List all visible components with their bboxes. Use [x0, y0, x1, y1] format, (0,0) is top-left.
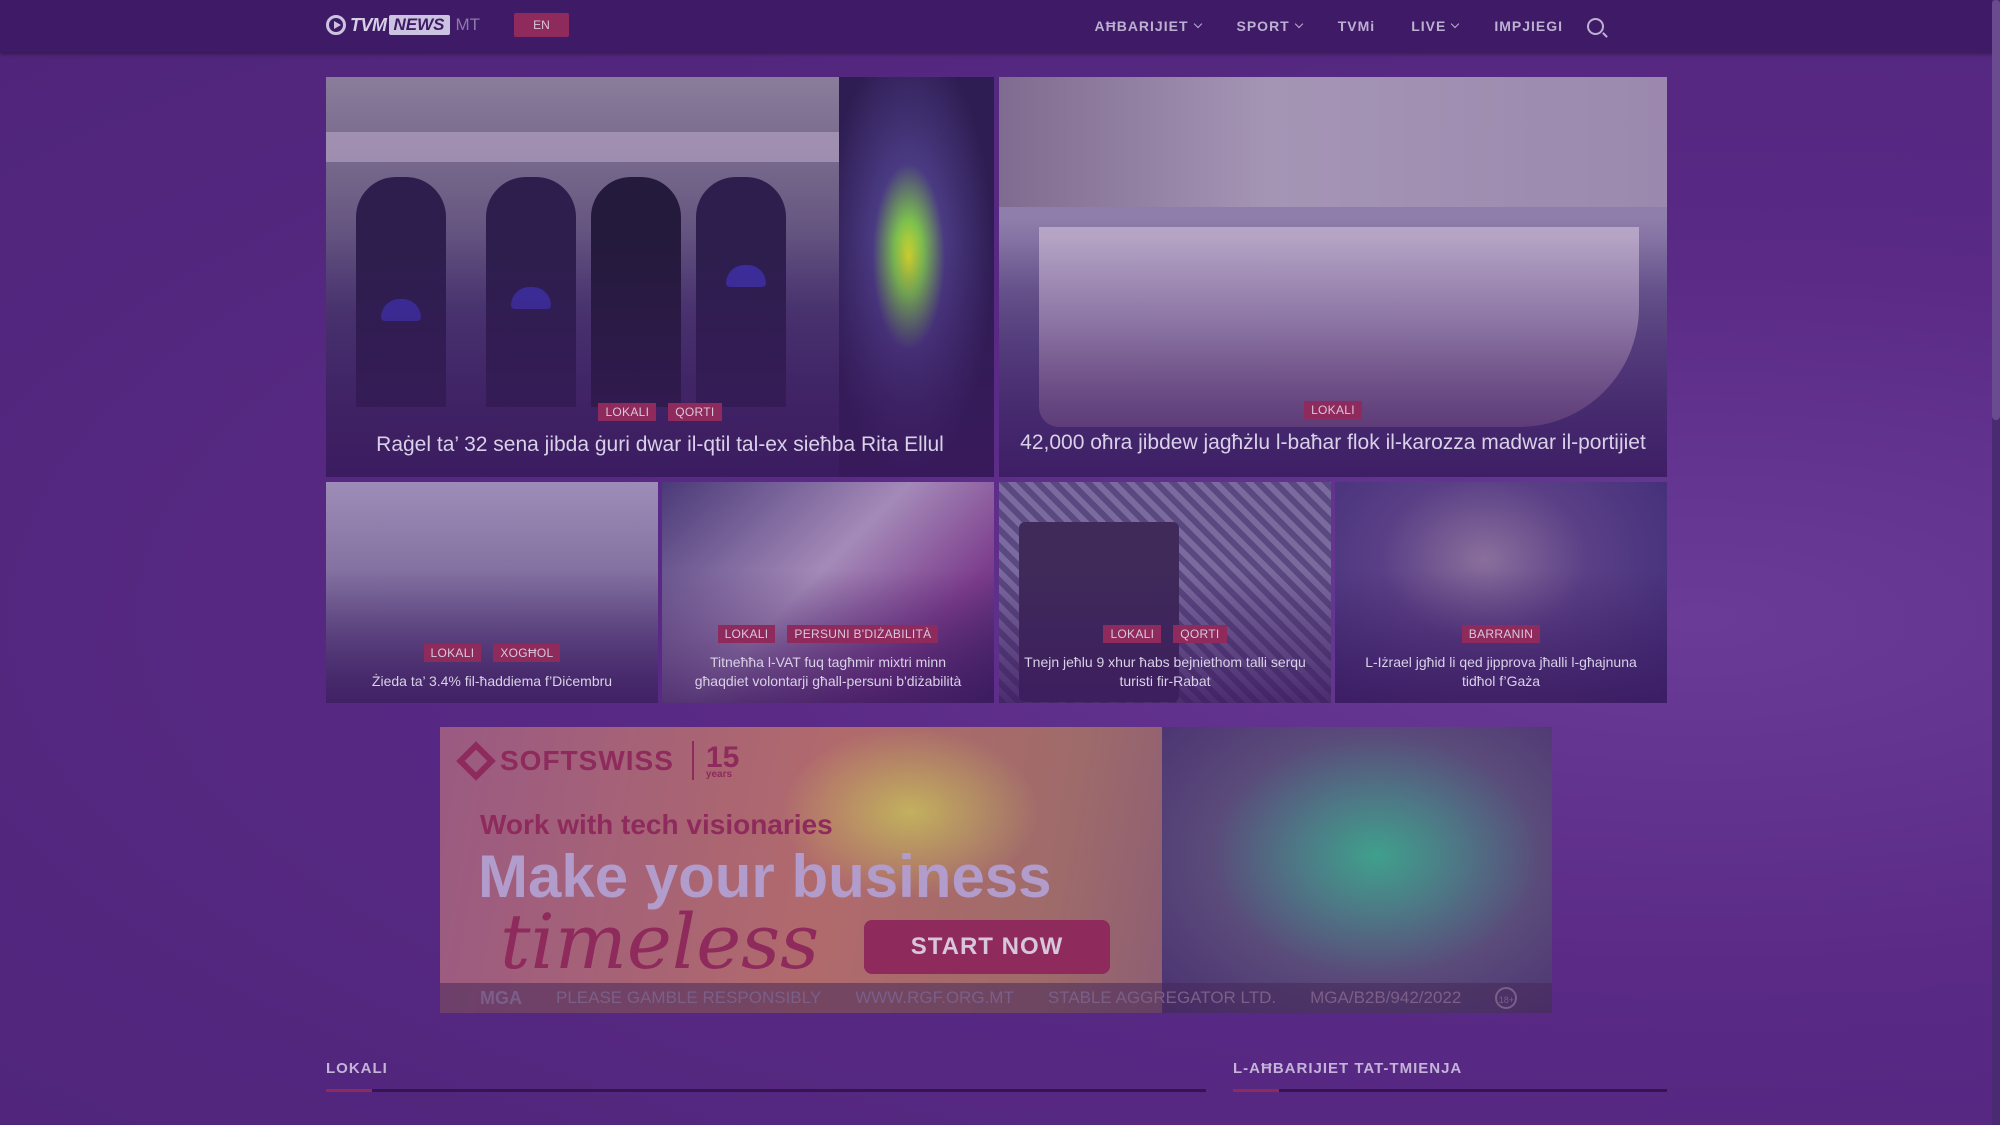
- story-headline[interactable]: Tnejn jeħlu 9 xhur ħabs bejniethom talli…: [999, 653, 1331, 691]
- ad-tagline: Work with tech visionaries: [480, 809, 833, 840]
- story-headline[interactable]: L-Iżrael jgħid li qed jipprova jħalli l-…: [1335, 653, 1667, 691]
- category-tag[interactable]: LOKALI: [598, 402, 657, 421]
- ad-footer-item: MGA: [480, 987, 522, 1008]
- story-card[interactable]: LOKALI QORTI Tnejn jeħlu 9 xhur ħabs bej…: [999, 482, 1331, 703]
- section-divider: [1233, 1089, 1667, 1092]
- nav-label: SPORT: [1236, 18, 1290, 34]
- nav-label: IMPJIEGI: [1494, 18, 1563, 34]
- advertisement-banner[interactable]: SOFTSWISS 15 years Work with tech vision…: [440, 727, 1552, 1013]
- section-divider-accent: [1233, 1089, 1279, 1092]
- nav-item-live[interactable]: LIVE: [1411, 18, 1460, 34]
- section-divider-accent: [326, 1089, 372, 1092]
- ad-brand-logo: SOFTSWISS 15 years: [456, 740, 739, 781]
- ad-brand-name: SOFTSWISS: [500, 744, 674, 776]
- ad-footer-item: WWW.RGF.ORG.MT: [855, 988, 1014, 1007]
- featured-story-card[interactable]: LOKALI 42,000 oħra jibdew jagħżlu l-baħa…: [999, 77, 1667, 477]
- ad-disclaimer-bar: MGA PLEASE GAMBLE RESPONSIBLY WWW.RGF.OR…: [440, 983, 1552, 1013]
- story-headline[interactable]: Raġel ta’ 32 sena jibda ġuri dwar il-qti…: [326, 431, 994, 459]
- story-card[interactable]: BARRANIN L-Iżrael jgħid li qed jipprova …: [1335, 482, 1667, 703]
- section-title-lokali[interactable]: LOKALI: [326, 1060, 388, 1077]
- nav-label: TVMi: [1337, 18, 1376, 34]
- ad-footer-item: MGA/B2B/942/2022: [1310, 988, 1462, 1007]
- nav-item-impjiegi[interactable]: IMPJIEGI: [1494, 18, 1563, 34]
- category-tag[interactable]: QORTI: [1173, 625, 1227, 644]
- current-language: MT: [455, 15, 481, 34]
- language-switch-en[interactable]: EN: [514, 13, 569, 37]
- page-scrollbar[interactable]: [1992, 0, 2000, 1125]
- main-nav: AĦBARIJIET SPORT TVMi LIVE IMPJIEGI: [1058, 0, 1604, 52]
- logo-text: TVM: [350, 14, 387, 35]
- category-tag[interactable]: BARRANIN: [1461, 625, 1541, 644]
- nav-label: LIVE: [1411, 18, 1447, 34]
- nav-item-ahbarijiet[interactable]: AĦBARIJIET: [1094, 18, 1202, 34]
- scrollbar-thumb[interactable]: [1992, 0, 2000, 420]
- play-icon: [326, 15, 346, 35]
- nav-item-sport[interactable]: SPORT: [1236, 18, 1303, 34]
- anniversary-badge: 15 years: [691, 741, 739, 780]
- logo-news: NEWS: [388, 15, 450, 35]
- story-headline[interactable]: 42,000 oħra jibdew jagħżlu l-baħar flok …: [999, 429, 1667, 457]
- featured-story-card[interactable]: LOKALI QORTI Raġel ta’ 32 sena jibda ġur…: [326, 77, 994, 477]
- chevron-down-icon: [1193, 19, 1202, 29]
- top-navbar: TVM NEWS MT EN AĦBARIJIET SPORT TVMi LIV…: [0, 0, 2000, 52]
- ad-footer-item: PLEASE GAMBLE RESPONSIBLY: [556, 988, 822, 1007]
- category-tag[interactable]: XOGĦOL: [493, 644, 561, 663]
- story-card[interactable]: LOKALI PERSUNI B'DIŻABILITÀ Titneħħa l-V…: [662, 482, 994, 703]
- nav-label: AĦBARIJIET: [1094, 18, 1189, 34]
- story-card[interactable]: LOKALI XOGĦOL Żieda ta’ 3.4% fil-ħaddiem…: [326, 482, 658, 703]
- category-tag[interactable]: LOKALI: [423, 644, 482, 663]
- ad-start-now-button[interactable]: START NOW: [864, 920, 1110, 974]
- category-tag[interactable]: QORTI: [668, 402, 722, 421]
- section-divider: [326, 1089, 1206, 1092]
- category-tag[interactable]: PERSUNI B'DIŻABILITÀ: [787, 625, 939, 644]
- age-restriction-badge: 18+: [1495, 987, 1518, 1009]
- story-headline[interactable]: Żieda ta’ 3.4% fil-ħaddiema f’Diċembru: [326, 672, 658, 691]
- ad-headline-script: timeless: [500, 897, 820, 986]
- chevron-down-icon: [1294, 19, 1303, 29]
- category-tag[interactable]: LOKALI: [717, 625, 776, 644]
- story-headline[interactable]: Titneħħa l-VAT fuq tagħmir mixtri minn g…: [662, 653, 994, 691]
- ad-footer-item: STABLE AGGREGATOR LTD.: [1047, 988, 1277, 1007]
- chevron-down-icon: [1451, 19, 1460, 29]
- nav-item-tvmi[interactable]: TVMi: [1338, 18, 1375, 34]
- category-tag[interactable]: LOKALI: [1103, 625, 1162, 644]
- tvm-news-logo[interactable]: TVM NEWS MT: [326, 12, 480, 38]
- search-icon[interactable]: [1587, 17, 1604, 35]
- section-title-ahbarijiet-tat-tmienja[interactable]: L-AĦBARIJIET TAT-TMIENJA: [1233, 1060, 1462, 1077]
- softswiss-logo-icon: [456, 740, 496, 781]
- category-tag[interactable]: LOKALI: [1304, 400, 1362, 419]
- ad-portrait-image: [1162, 727, 1552, 1013]
